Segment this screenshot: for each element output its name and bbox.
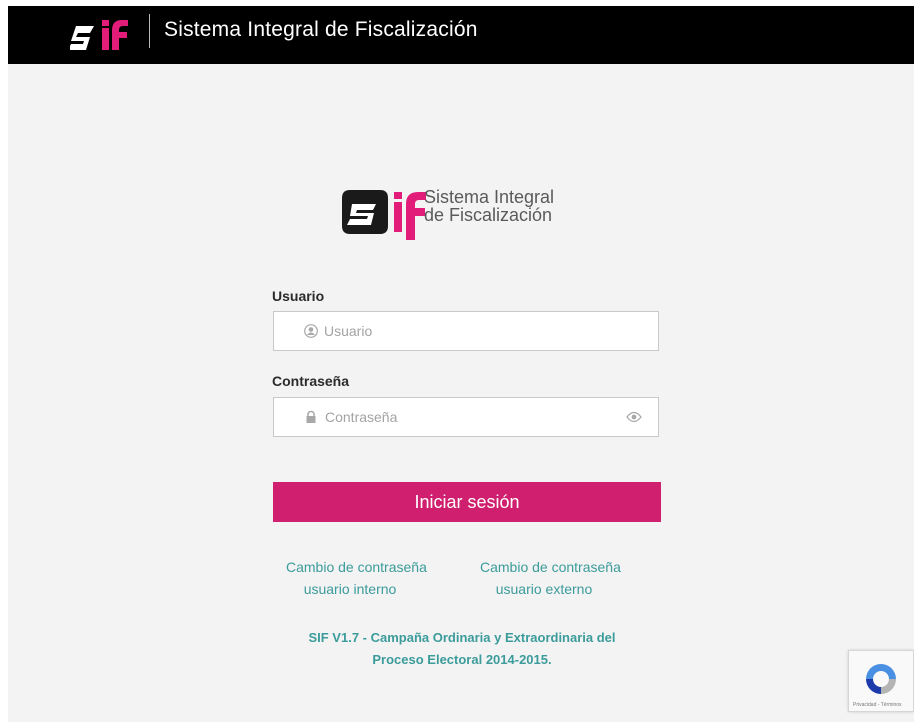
- sif-brand-logo-icon: [342, 190, 426, 240]
- recaptcha-badge[interactable]: Privacidad - Términos: [848, 650, 914, 712]
- sif-logo-icon[interactable]: [70, 14, 134, 56]
- version-info: SIF V1.7 - Campaña Ordinaria y Extraordi…: [260, 627, 664, 671]
- recaptcha-footer-text: Privacidad - Términos: [853, 702, 902, 708]
- internal-link-line2: usuario interno: [303, 581, 397, 597]
- external-link-line2: usuario externo: [495, 581, 593, 597]
- password-label: Contraseña: [272, 373, 350, 389]
- version-line2: Proceso Electoral 2014-2015.: [372, 652, 552, 667]
- version-line1: SIF V1.7 - Campaña Ordinaria y Extraordi…: [308, 630, 616, 645]
- brand-text-line2: de Fiscalización: [424, 205, 553, 225]
- lock-icon: [306, 410, 316, 423]
- user-label: Usuario: [272, 288, 325, 304]
- app-title: Sistema Integral de Fiscalización: [164, 18, 478, 41]
- top-header-bar: Sistema Integral de Fiscalización: [8, 6, 914, 64]
- internal-password-change-link[interactable]: Cambio de contraseña usuario interno: [286, 556, 427, 600]
- header-separator: [149, 14, 150, 48]
- login-button[interactable]: Iniciar sesión: [273, 482, 661, 522]
- page-frame: Sistema Integral de Fiscalización Sistem…: [8, 6, 914, 722]
- password-placeholder: Contraseña: [325, 409, 398, 425]
- user-placeholder: Usuario: [324, 323, 373, 339]
- external-link-line1: Cambio de contraseña: [480, 559, 621, 575]
- brand-text-line1: Sistema Integral: [424, 187, 555, 207]
- internal-link-line1: Cambio de contraseña: [286, 559, 427, 575]
- user-icon: [304, 324, 318, 338]
- password-input[interactable]: Contraseña: [273, 397, 659, 437]
- external-password-change-link[interactable]: Cambio de contraseña usuario externo: [480, 556, 621, 600]
- recaptcha-icon: [866, 664, 896, 694]
- brand-text: Sistema Integral de Fiscalización: [424, 188, 554, 224]
- user-input[interactable]: Usuario: [273, 311, 659, 351]
- eye-icon[interactable]: [626, 411, 642, 423]
